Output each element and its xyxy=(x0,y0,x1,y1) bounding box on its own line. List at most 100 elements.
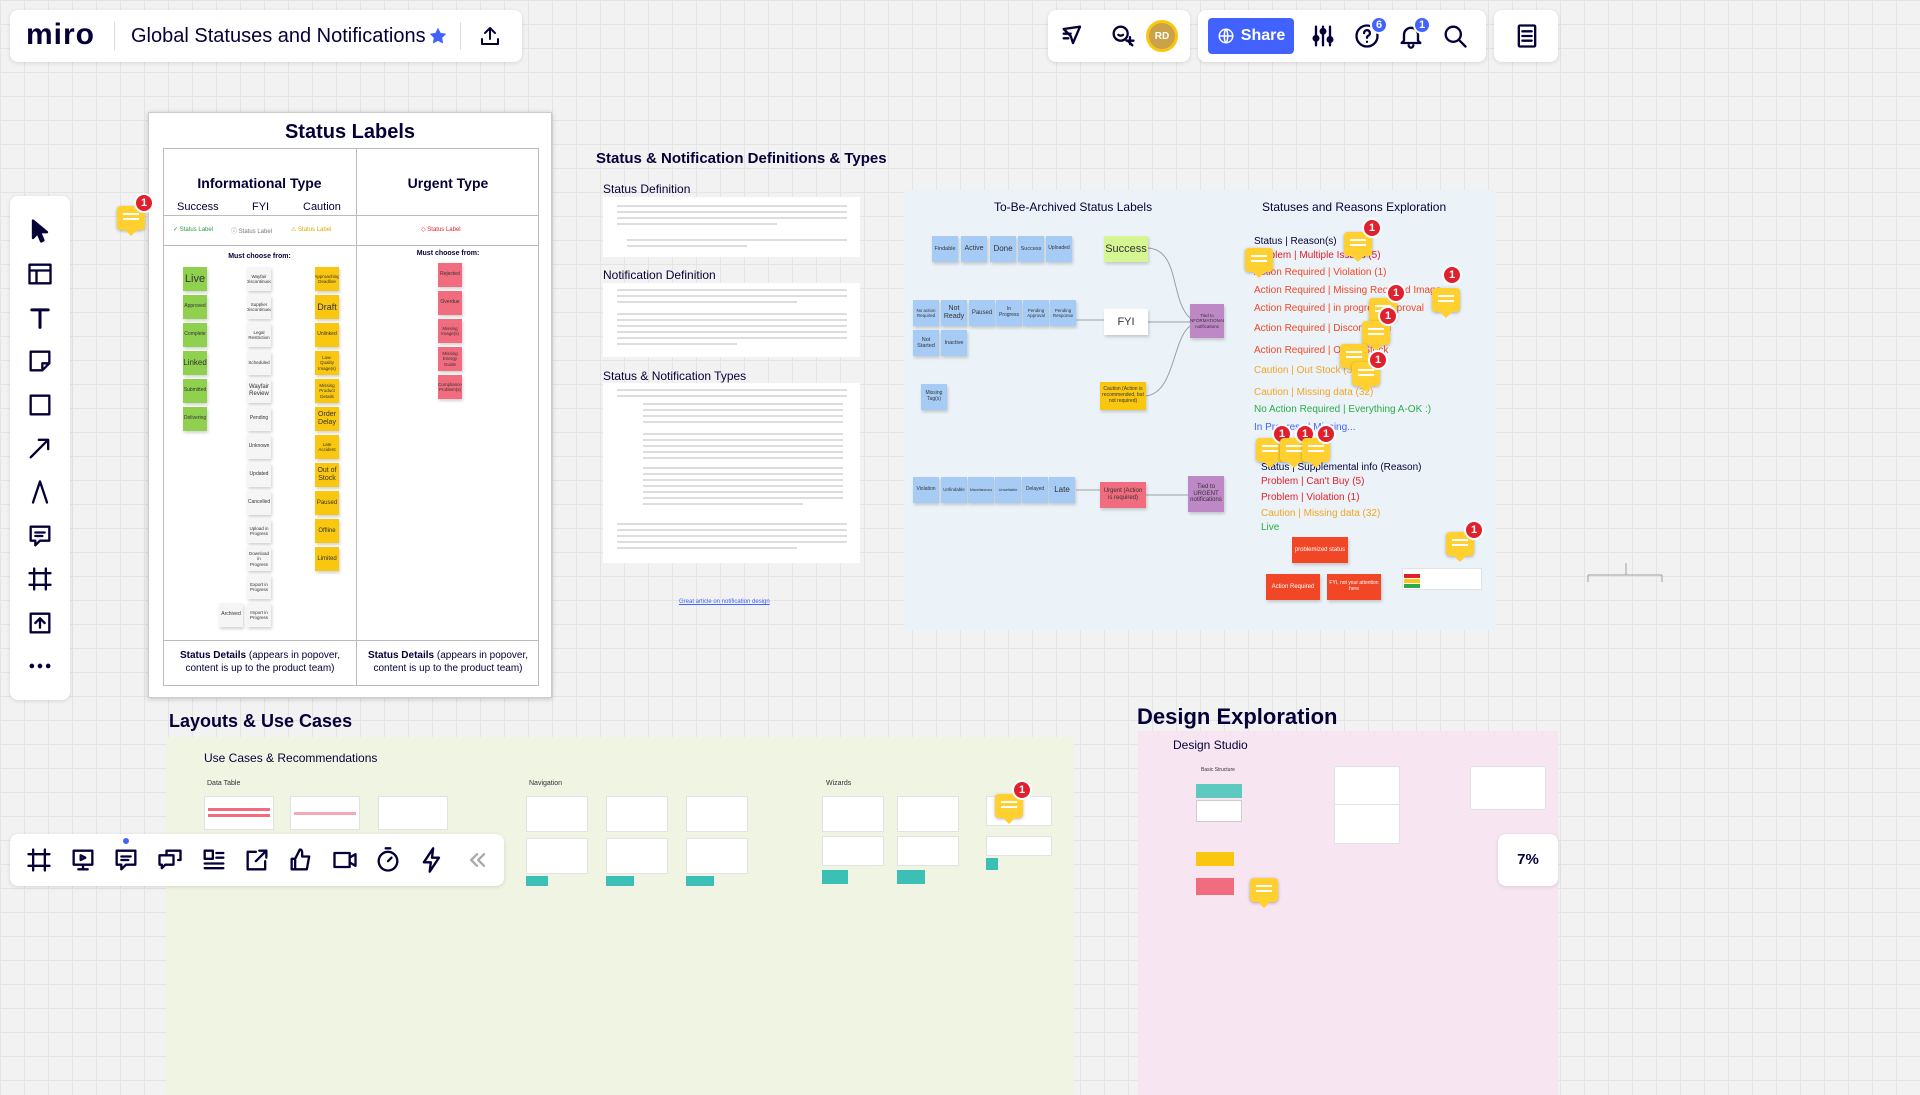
upload-icon[interactable] xyxy=(25,608,55,638)
sticky-blue[interactable]: Not Ready xyxy=(941,300,967,326)
pen-icon[interactable] xyxy=(25,477,55,507)
share-button[interactable]: Share xyxy=(1208,18,1294,54)
sticky-blue[interactable]: Uploaded xyxy=(1046,236,1072,262)
shape-problemized[interactable]: problemized status xyxy=(1292,537,1348,563)
sticky-blue[interactable]: Success xyxy=(1018,236,1044,262)
sticky-green[interactable]: Submitted xyxy=(183,379,207,403)
sticky-yellow[interactable]: Missing Product Details xyxy=(315,379,339,403)
thumbnail[interactable] xyxy=(606,796,668,832)
sticky-grey[interactable]: Wayfair Review xyxy=(247,379,271,403)
comment-marker-icon[interactable] xyxy=(1432,288,1460,318)
thumbnail[interactable] xyxy=(822,796,884,832)
thumbnail[interactable] xyxy=(378,796,448,830)
notification-definition-doc[interactable] xyxy=(603,283,860,357)
collapse-chevrons-icon[interactable] xyxy=(462,845,492,875)
settings-sliders-icon[interactable] xyxy=(1308,22,1338,50)
sticky-blue[interactable]: Late xyxy=(1049,477,1075,503)
sticky-grey[interactable]: Upload in Progress xyxy=(247,519,271,543)
sticky-blue[interactable]: Miscellaneous xyxy=(968,477,994,503)
shape-tool-icon[interactable] xyxy=(25,390,55,420)
sticky-red[interactable]: Compliance Problem(s) xyxy=(438,375,462,399)
thumbnail[interactable] xyxy=(204,796,274,830)
zoom-panel[interactable]: 7% xyxy=(1498,834,1558,886)
shape-fyi-attention[interactable]: FYI, not your attention here xyxy=(1327,574,1381,600)
sticky-success[interactable]: Success xyxy=(1104,236,1148,262)
sticky-grey[interactable]: Supplier Discontinued xyxy=(247,295,271,319)
comment-icon[interactable] xyxy=(25,521,55,551)
timer-icon[interactable] xyxy=(373,845,403,875)
thumbnail[interactable] xyxy=(526,796,588,832)
thumbnail[interactable] xyxy=(822,836,884,866)
sticky-caution[interactable]: Caution (Action is recommended, but not … xyxy=(1100,382,1146,410)
sticky-urgent[interactable]: Urgent (Action is required) xyxy=(1100,482,1146,508)
templates-icon[interactable] xyxy=(25,259,55,289)
sticky-blue[interactable]: Paused xyxy=(969,300,995,326)
sticky-blue[interactable]: Unsellable xyxy=(995,477,1021,503)
frames-icon[interactable] xyxy=(24,845,54,875)
sticky-blue[interactable]: Unfindable xyxy=(941,477,967,503)
reactions-thumbs-up-icon[interactable] xyxy=(286,845,316,875)
sticky-blue[interactable]: Violation xyxy=(913,477,939,503)
card-icon[interactable] xyxy=(199,845,229,875)
sticky-blue[interactable]: Missing Tag(s) xyxy=(921,384,947,410)
star-icon[interactable] xyxy=(426,24,450,48)
connection-line-icon[interactable] xyxy=(25,433,55,463)
video-call-icon[interactable] xyxy=(330,845,360,875)
sticky-grey[interactable]: Unknown xyxy=(247,435,271,459)
thumbnail[interactable] xyxy=(897,836,959,866)
export-icon[interactable] xyxy=(476,22,504,50)
notification-design-link[interactable]: Great article on notification design xyxy=(679,599,770,605)
sticky-blue[interactable]: Pending Response xyxy=(1050,300,1076,326)
avatar[interactable]: RD xyxy=(1146,20,1178,52)
sticky-yellow[interactable]: Out of Stock xyxy=(315,463,339,487)
notes-list-icon[interactable] xyxy=(1512,22,1542,50)
sticky-grey[interactable]: Download in Progress xyxy=(247,547,271,571)
sticky-blue[interactable]: Done xyxy=(990,236,1016,262)
sticky-blue[interactable]: No action Required xyxy=(913,300,939,326)
thumbnail[interactable] xyxy=(897,796,959,832)
comments-panel-icon[interactable] xyxy=(111,845,141,875)
sticky-red[interactable]: Rejected xyxy=(438,263,462,287)
sticky-blue[interactable]: Not Started xyxy=(913,330,939,356)
types-doc[interactable] xyxy=(603,383,860,563)
thumbnail[interactable] xyxy=(686,838,748,874)
more-tools-icon[interactable] xyxy=(25,651,55,681)
sticky-green[interactable]: Delivering xyxy=(183,407,207,431)
comment-marker-icon[interactable] xyxy=(1250,878,1278,908)
sticky-blue[interactable]: Delayed xyxy=(1022,477,1048,503)
sticky-yellow[interactable]: Limited xyxy=(315,547,339,571)
sticky-yellow[interactable]: Order Delay xyxy=(315,407,339,431)
sticky-blue[interactable]: Inactive xyxy=(941,330,967,356)
design-thumbnail[interactable] xyxy=(1334,804,1400,844)
lightning-icon[interactable] xyxy=(417,845,447,875)
thumbnail[interactable] xyxy=(986,836,1052,856)
sticky-green[interactable]: Approved xyxy=(183,295,207,319)
thumbnail[interactable] xyxy=(606,838,668,874)
board-title[interactable]: Global Statuses and Notifications xyxy=(131,25,426,48)
presentation-icon[interactable] xyxy=(68,845,98,875)
shape-action-required[interactable]: Action Required xyxy=(1266,574,1320,600)
sticky-fyi[interactable]: FYI xyxy=(1104,309,1148,335)
sticky-grey[interactable]: Wayfair Discontinued xyxy=(247,267,271,291)
sticky-tied-urgent[interactable]: Tied to URGENT notifications xyxy=(1188,476,1224,512)
miro-logo[interactable]: miro xyxy=(26,18,95,52)
sticky-grey[interactable]: Cancelled xyxy=(247,491,271,515)
sticky-red[interactable]: Missing Energy Guide xyxy=(438,347,462,371)
status-definition-doc[interactable] xyxy=(603,197,860,257)
sticky-yellow[interactable]: Paused xyxy=(315,491,339,515)
search-icon[interactable] xyxy=(1440,22,1470,50)
status-labels-frame[interactable]: Status Labels Informational Type Urgent … xyxy=(148,112,552,698)
sticky-grey[interactable]: Updated xyxy=(247,463,271,487)
sticky-yellow[interactable]: Late Accident xyxy=(315,435,339,459)
sticky-blue[interactable]: In Progress xyxy=(996,300,1022,326)
sticky-yellow[interactable]: Draft xyxy=(315,295,339,319)
share-screen-icon[interactable] xyxy=(242,845,272,875)
reactions-filter-icon[interactable] xyxy=(1058,22,1088,50)
sticky-tied-info[interactable]: Tied to INFORMATIONAL notifications xyxy=(1190,304,1224,338)
sticky-green[interactable]: Complete xyxy=(183,323,207,347)
sticky-yellow[interactable]: Unlinked xyxy=(315,323,339,347)
sticky-grey[interactable]: Import in Progress xyxy=(247,603,271,627)
sticky-archived[interactable]: Archived xyxy=(219,603,243,627)
sticky-green[interactable]: Live xyxy=(183,267,207,291)
comment-marker-icon[interactable] xyxy=(1245,248,1273,278)
